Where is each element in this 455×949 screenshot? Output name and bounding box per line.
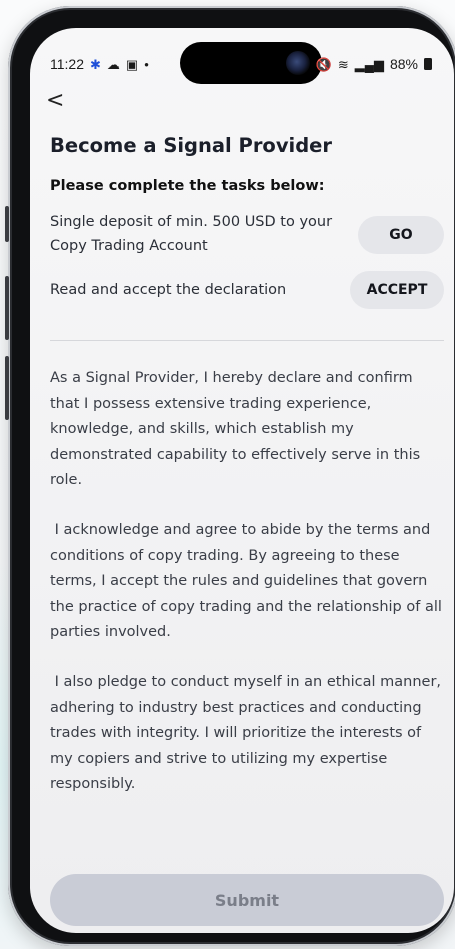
section-divider (50, 340, 444, 341)
page-background: 11:22 ✱ ☁ ▣ • 🔇 ≋ ▂▄▆ 88% < Become a Sig… (0, 0, 455, 949)
asterisk-icon: ✱ (90, 56, 101, 72)
back-chevron-icon: < (46, 88, 65, 113)
go-button[interactable]: GO (358, 216, 444, 254)
accept-button[interactable]: ACCEPT (350, 271, 444, 309)
task-deposit-text: Single deposit of min. 500 USD to your C… (50, 214, 333, 254)
battery-icon (424, 58, 432, 70)
status-bar-right: 🔇 ≋ ▂▄▆ 88% (316, 56, 432, 72)
dot-icon: • (144, 56, 149, 72)
declaration-paragraph-1: As a Signal Provider, I hereby declare a… (50, 370, 425, 488)
battery-level: 88% (389, 56, 418, 72)
declaration-paragraph-3: I also pledge to conduct myself in an et… (50, 674, 446, 792)
back-button[interactable]: < (46, 88, 64, 113)
tasks-subtitle: Please complete the tasks below: (50, 178, 325, 194)
app-screen: 11:22 ✱ ☁ ▣ • 🔇 ≋ ▂▄▆ 88% < Become a Sig… (30, 28, 454, 933)
status-bar-left: 11:22 ✱ ☁ ▣ • (50, 56, 149, 72)
submit-button[interactable]: Submit (50, 874, 444, 926)
camera-icon (286, 51, 310, 75)
signal-icon: ▂▄▆ (354, 56, 384, 72)
wifi-icon: ≋ (337, 56, 349, 72)
mute-icon: 🔇 (315, 56, 332, 72)
page-title: Become a Signal Provider (50, 134, 333, 157)
cloud-icon: ☁ (106, 56, 120, 72)
volume-up-button (5, 276, 9, 340)
phone-frame: 11:22 ✱ ☁ ▣ • 🔇 ≋ ▂▄▆ 88% < Become a Sig… (5, 6, 455, 946)
task-declaration-text: Read and accept the declaration (50, 282, 287, 298)
image-icon: ▣ (125, 56, 139, 72)
volume-down-button (5, 356, 9, 420)
declaration-paragraph-2: I acknowledge and agree to abide by the … (50, 522, 447, 640)
dynamic-island (180, 42, 322, 84)
status-time: 11:22 (50, 56, 84, 72)
action-button (5, 206, 9, 242)
